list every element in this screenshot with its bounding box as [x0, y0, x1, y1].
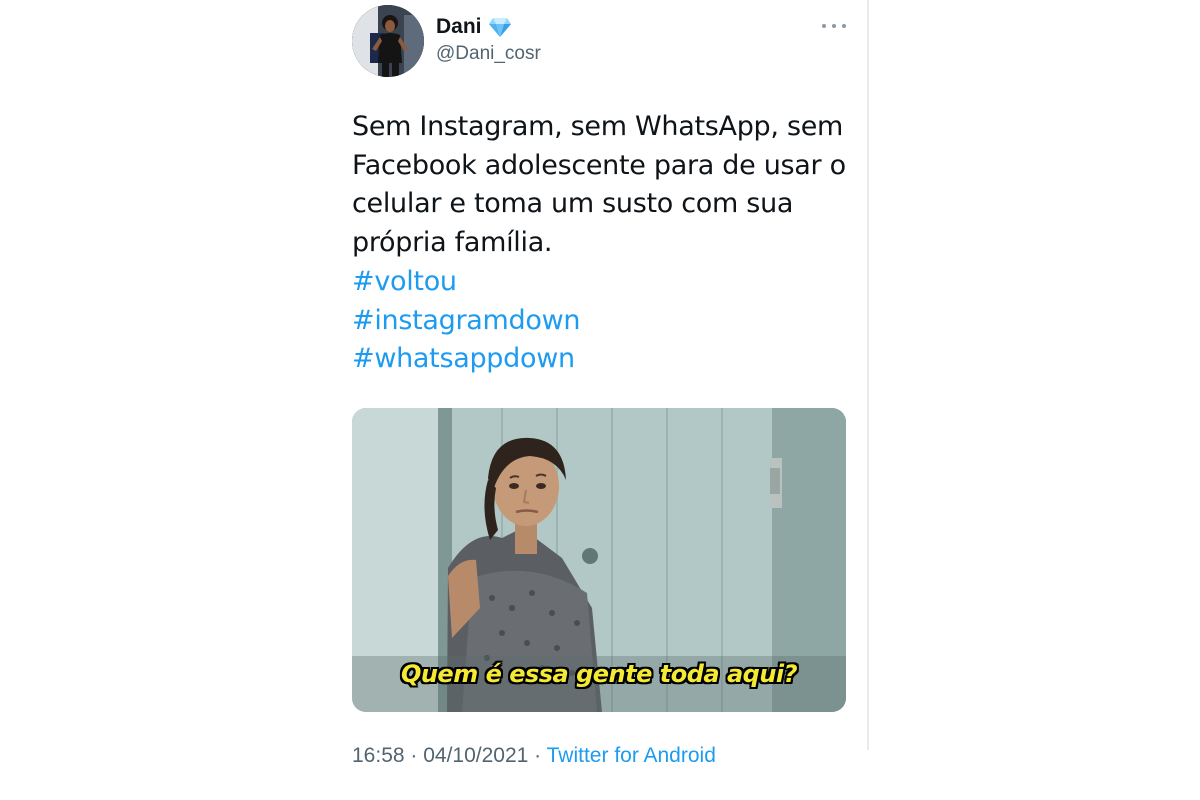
tweet-page: Dani @Dani_cosr Sem Instagram, sem Whats… [0, 0, 1200, 800]
author-handle[interactable]: @Dani_cosr [436, 43, 541, 65]
avatar[interactable] [352, 5, 424, 77]
tweet-text: Sem Instagram, sem WhatsApp, sem Faceboo… [352, 111, 846, 259]
meta-separator: · [528, 744, 547, 767]
media-caption: Quem é essa gente toda aqui? [400, 660, 798, 688]
more-dot [842, 24, 846, 28]
tweet-media[interactable]: Quem é essa gente toda aqui? [352, 408, 846, 712]
avatar-image [352, 5, 424, 77]
tweet-metadata: 16:58 · 04/10/2021 · Twitter for Android [352, 744, 716, 768]
more-options-icon[interactable] [822, 18, 846, 34]
more-dot [822, 24, 826, 28]
display-name-row: Dani [436, 14, 541, 40]
more-dot [832, 24, 836, 28]
tweet-source-link[interactable]: Twitter for Android [547, 744, 716, 767]
hashtag-link[interactable]: #whatsappdown [352, 340, 852, 379]
author-info: Dani @Dani_cosr [436, 14, 541, 65]
diamond-icon [488, 16, 512, 38]
display-name[interactable]: Dani [436, 15, 482, 39]
hashtag-link[interactable]: #voltou [352, 263, 852, 302]
tweet-body: Sem Instagram, sem WhatsApp, sem Faceboo… [352, 108, 852, 379]
tweet-header: Dani @Dani_cosr [352, 0, 846, 80]
hashtag-link[interactable]: #instagramdown [352, 302, 852, 341]
tweet-time[interactable]: 16:58 [352, 744, 405, 767]
tweet-date[interactable]: 04/10/2021 [423, 744, 528, 767]
tweet-card: Dani @Dani_cosr Sem Instagram, sem Whats… [352, 0, 846, 767]
column-divider [867, 0, 869, 750]
meta-separator: · [404, 744, 424, 767]
